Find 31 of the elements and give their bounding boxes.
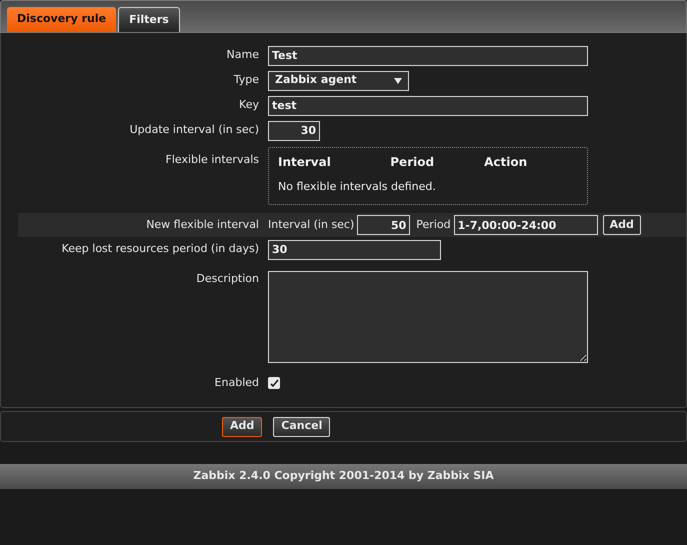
column-header: Action [484, 154, 528, 171]
interval-label: Interval (in sec) [268, 216, 354, 233]
tab[interactable]: Discovery rule [7, 7, 116, 32]
field-label: Type [234, 73, 259, 86]
period-label: Period [416, 216, 451, 233]
caret-icon [394, 78, 402, 84]
column-header: Interval [278, 154, 332, 171]
number-field[interactable]: 30 [268, 120, 320, 140]
period-field[interactable]: 1-7,00:00-24:00 [454, 215, 598, 235]
field-label: Description [196, 272, 259, 285]
copyright-text: Zabbix 2.4.0 Copyright 2001-2014 by Zabbix SIA [193, 468, 494, 484]
tab[interactable]: Filters [118, 7, 180, 32]
field-label: New flexible interval [146, 218, 259, 231]
add-interval-button[interactable]: Add [602, 215, 641, 235]
description-field[interactable] [268, 271, 588, 363]
text-field[interactable]: test [268, 96, 588, 116]
type-dropdown[interactable]: Zabbix agent [268, 70, 409, 90]
form-button[interactable]: Add [222, 416, 262, 436]
form-button[interactable]: Cancel [273, 416, 330, 436]
empty-message: No flexible intervals defined. [278, 179, 436, 195]
field-label: Flexible intervals [166, 153, 259, 166]
column-header: Period [390, 154, 436, 171]
field-label: Enabled [214, 376, 259, 389]
field-label: Update interval (in sec) [130, 123, 259, 136]
interval-field[interactable]: 50 [357, 215, 410, 235]
field-label: Name [226, 48, 259, 62]
enabled-checkbox[interactable] [268, 377, 280, 389]
field-label: Key [239, 98, 259, 112]
field-label: Keep lost resources period (in days) [62, 242, 259, 256]
text-field[interactable]: Test [268, 46, 588, 66]
text-field[interactable]: 30 [268, 240, 441, 260]
